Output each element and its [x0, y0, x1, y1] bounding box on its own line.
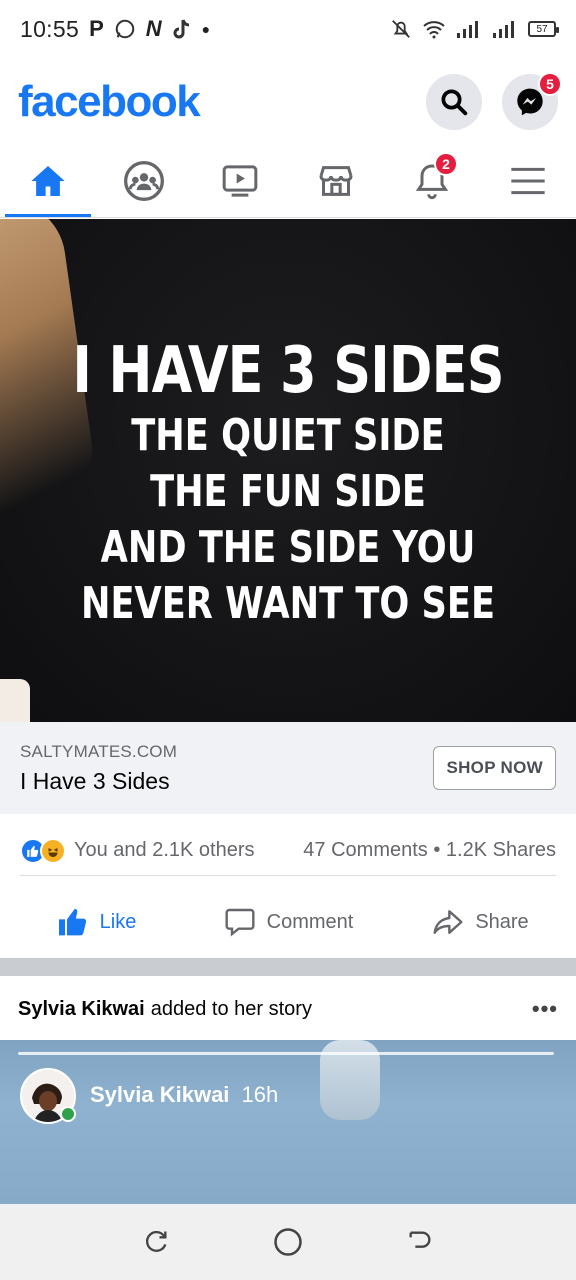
- story-time: 16h: [241, 1082, 279, 1107]
- app-header: facebook 5: [0, 62, 576, 142]
- post-stats[interactable]: 47 Comments • 1.2K Shares: [303, 839, 556, 862]
- ad-title: I Have 3 Sides: [20, 767, 170, 794]
- status-p-glyph: P: [89, 16, 104, 41]
- search-icon: [441, 89, 468, 116]
- share-count[interactable]: 1.2K Shares: [446, 839, 556, 861]
- tab-marketplace[interactable]: [288, 144, 384, 217]
- reactions-row: You and 2.1K others 47 Comments • 1.2K S…: [20, 826, 556, 876]
- comment-label: Comment: [266, 910, 354, 933]
- mute-bell-icon: [392, 20, 410, 38]
- ad-footer[interactable]: SALTYMATES.COM I Have 3 Sides SHOP NOW: [0, 722, 576, 814]
- search-button[interactable]: [426, 74, 482, 130]
- status-bar: 10:55 P N ● 57: [0, 0, 576, 58]
- thumbs-up-icon: [58, 908, 86, 936]
- stats-separator: •: [433, 839, 446, 861]
- story-post-header: Sylvia Kikwai added to her story •••: [0, 976, 576, 1042]
- back-icon[interactable]: [406, 1228, 434, 1256]
- share-button[interactable]: Share: [384, 906, 576, 938]
- story-author[interactable]: Sylvia Kikwai: [18, 998, 145, 1021]
- battery-icon: 57: [528, 21, 559, 37]
- ad-domain: SALTYMATES.COM: [20, 741, 178, 761]
- battery-level: 57: [536, 23, 548, 35]
- feed-divider: [0, 958, 576, 976]
- messenger-badge: 5: [538, 72, 562, 96]
- marketplace-icon: [319, 165, 353, 196]
- comment-button[interactable]: Comment: [192, 906, 384, 938]
- shirt-line: NEVER WANT TO SEE: [80, 578, 495, 629]
- story-meta: Sylvia Kikwai 16h: [90, 1082, 278, 1108]
- story-action-text: added to her story: [150, 997, 312, 1020]
- shirt-title: I HAVE 3 SIDES: [72, 334, 504, 408]
- tab-menu[interactable]: [480, 144, 576, 217]
- status-dot-icon: ●: [201, 21, 211, 37]
- notifications-badge: 2: [434, 152, 458, 176]
- facebook-logo[interactable]: facebook: [18, 77, 201, 127]
- shirt-line: THE QUIET SIDE: [131, 410, 445, 461]
- messenger-button[interactable]: 5: [502, 72, 562, 130]
- cup-shape: [0, 679, 30, 722]
- comment-count[interactable]: 47 Comments: [303, 839, 428, 861]
- status-n-glyph: N: [145, 16, 162, 41]
- haha-reaction-icon: [40, 837, 66, 864]
- groups-icon: [124, 160, 164, 201]
- shirt-line: THE FUN SIDE: [150, 466, 426, 517]
- watch-video-icon: [222, 164, 258, 197]
- like-label: Like: [99, 910, 137, 933]
- wifi-icon: [423, 21, 445, 39]
- signal-icon: [457, 21, 478, 38]
- more-options-button[interactable]: •••: [532, 996, 558, 1022]
- status-time: 10:55: [20, 15, 80, 42]
- nav-tabs: 2: [0, 144, 576, 218]
- shop-now-button[interactable]: SHOP NOW: [433, 746, 556, 790]
- reaction-summary[interactable]: You and 2.1K others: [74, 839, 255, 862]
- shirt-print: I HAVE 3 SIDES THE QUIET SIDE THE FUN SI…: [0, 334, 576, 632]
- share-label: Share: [475, 910, 529, 933]
- recents-icon[interactable]: [142, 1228, 170, 1256]
- comment-icon: [225, 908, 255, 937]
- share-arrow-icon: [433, 910, 463, 934]
- story-progress-bar: [18, 1052, 554, 1055]
- story-preview[interactable]: Sylvia Kikwai 16h: [0, 1040, 576, 1204]
- ad-image[interactable]: I HAVE 3 SIDES THE QUIET SIDE THE FUN SI…: [0, 219, 576, 722]
- story-meta-author[interactable]: Sylvia Kikwai: [90, 1082, 229, 1107]
- online-status-dot: [60, 1106, 76, 1122]
- shirt-line: AND THE SIDE YOU: [100, 522, 476, 573]
- like-button[interactable]: Like: [0, 906, 192, 938]
- system-nav-bar: [0, 1204, 576, 1280]
- post-actions: Like Comment Share: [0, 886, 576, 958]
- tab-groups[interactable]: [96, 144, 192, 217]
- tab-notifications[interactable]: 2: [384, 144, 480, 217]
- tab-home[interactable]: [0, 144, 96, 217]
- whatsapp-icon: [115, 19, 135, 39]
- reaction-icons[interactable]: [20, 837, 66, 864]
- tab-watch[interactable]: [192, 144, 288, 217]
- home-circle-icon[interactable]: [273, 1227, 303, 1257]
- home-icon: [31, 165, 65, 196]
- tiktok-icon: [173, 19, 189, 39]
- hamburger-menu-icon: [511, 167, 545, 194]
- signal-icon-2: [493, 21, 514, 38]
